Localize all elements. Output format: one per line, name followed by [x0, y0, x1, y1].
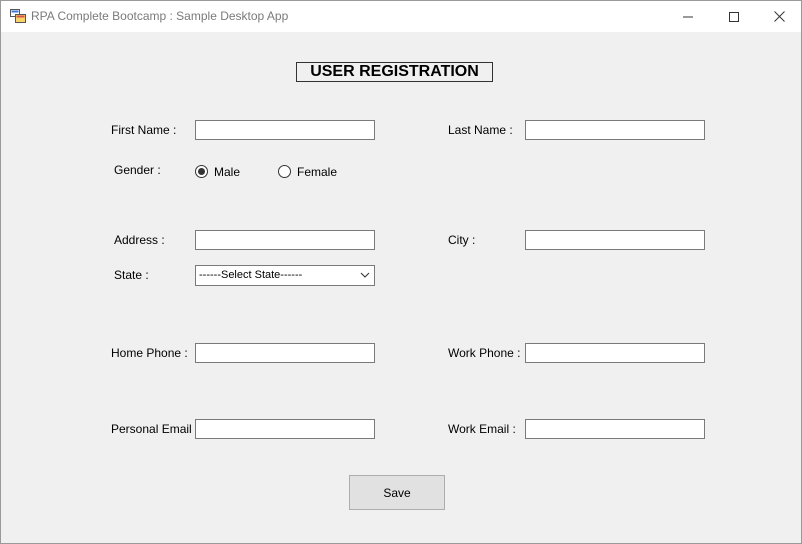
first-name-field[interactable] [195, 120, 375, 140]
personal-email-field[interactable] [195, 419, 375, 439]
save-button[interactable]: Save [349, 475, 445, 510]
maximize-icon [729, 11, 739, 22]
app-icon [10, 9, 26, 23]
work-phone-field[interactable] [525, 343, 705, 363]
home-phone-label: Home Phone : [111, 346, 188, 360]
window-title: RPA Complete Bootcamp : Sample Desktop A… [31, 9, 289, 23]
form-heading: USER REGISTRATION [296, 62, 493, 82]
male-radio[interactable] [195, 165, 208, 178]
minimize-button[interactable] [665, 1, 711, 32]
title-bar[interactable]: RPA Complete Bootcamp : Sample Desktop A… [1, 1, 801, 32]
female-radio[interactable] [278, 165, 291, 178]
personal-email-label: Personal Email : [111, 422, 199, 436]
first-name-label: First Name : [111, 123, 177, 137]
state-selected-value: ------Select State------ [199, 269, 303, 281]
app-window: RPA Complete Bootcamp : Sample Desktop A… [0, 0, 802, 544]
home-phone-field[interactable] [195, 343, 375, 363]
address-label: Address : [114, 233, 165, 247]
close-button[interactable] [756, 1, 802, 32]
close-icon [773, 11, 785, 22]
chevron-down-icon [360, 272, 370, 278]
female-radio-label[interactable]: Female [297, 165, 337, 179]
male-radio-label[interactable]: Male [214, 165, 240, 179]
last-name-field[interactable] [525, 120, 705, 140]
maximize-button[interactable] [711, 1, 757, 32]
state-dropdown[interactable]: ------Select State------ [195, 265, 375, 286]
city-label: City : [448, 233, 476, 247]
work-email-label: Work Email : [448, 422, 516, 436]
city-field[interactable] [525, 230, 705, 250]
last-name-label: Last Name : [448, 123, 513, 137]
work-email-field[interactable] [525, 419, 705, 439]
state-label: State : [114, 268, 149, 282]
gender-label: Gender : [114, 163, 161, 177]
address-field[interactable] [195, 230, 375, 250]
minimize-icon [683, 16, 693, 17]
work-phone-label: Work Phone : [448, 346, 521, 360]
